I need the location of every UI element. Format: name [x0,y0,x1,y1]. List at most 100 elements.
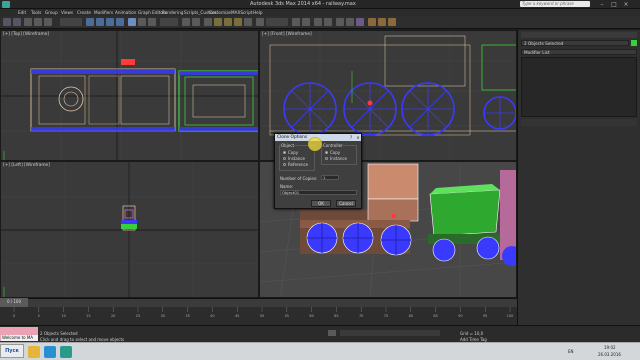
copy-radio[interactable] [283,151,286,154]
clock-time[interactable]: 19:02 [604,345,616,350]
language-indicator[interactable]: EN [568,349,574,354]
menu-maxscript[interactable]: MAXScript [231,10,253,15]
timeline-tick-label: 70 [359,314,363,318]
material-editor-icon[interactable] [356,18,364,26]
browser-icon[interactable] [44,346,56,358]
maximize-icon[interactable]: □ [609,1,619,8]
3dsmax-taskbar-icon[interactable] [60,346,72,358]
status-bar: 2 Objects Selected Click and drag to sel… [0,325,640,342]
menu-group[interactable]: Group [45,10,58,15]
selection-status: 2 Objects Selected [40,331,78,336]
timeline-tick-label: 15 [86,314,90,318]
ok-button[interactable]: OK [311,200,331,207]
windows-taskbar: EN 19:02 26.03.2016 [0,342,640,360]
number-of-copies-input[interactable]: 1 [321,175,339,180]
dialog-close-button[interactable]: × [355,135,361,140]
unlink-icon[interactable] [34,18,42,26]
instance-radio[interactable] [283,157,286,160]
redo-icon[interactable] [13,18,21,26]
select-object-icon[interactable] [86,18,94,26]
controller-instance-radio[interactable] [325,157,328,160]
named-selection-icon[interactable] [256,18,264,26]
percent-snap-icon[interactable] [234,18,242,26]
curve-editor-icon[interactable] [336,18,344,26]
render-production-icon[interactable] [388,18,396,26]
timeline-tick-label: 50 [260,314,264,318]
close-icon[interactable]: × [621,1,631,8]
minimize-icon[interactable]: – [597,1,607,8]
align-icon[interactable] [302,18,310,26]
title-bar: Autodesk 3ds Max 2014 x64 - railway.max … [0,0,640,9]
window-crossing-icon[interactable] [116,18,124,26]
render-setup-icon[interactable] [368,18,376,26]
start-button[interactable]: Пуск [0,344,24,358]
move-icon[interactable] [128,18,136,26]
reference-radio[interactable] [283,163,286,166]
dialog-help-button[interactable]: ? [348,135,354,140]
coordinate-fields[interactable] [340,330,440,336]
selection-filter-dropdown[interactable] [60,18,82,26]
controller-copy-radio[interactable] [325,151,328,154]
viewport-label-left[interactable]: [+] [Left] [Wireframe] [3,163,50,168]
mirror-icon[interactable] [292,18,300,26]
search-input[interactable]: Type a keyword or phrase [520,1,590,7]
clock-date[interactable]: 26.03.2016 [598,352,621,357]
time-slider[interactable]: 0 / 100 [0,298,28,307]
timeline-tick-label: 100 [507,314,514,318]
selection-region-icon[interactable] [106,18,114,26]
layer-manager-icon[interactable] [314,18,322,26]
viewport-label-front[interactable]: [+] [Front] [Wireframe] [262,32,312,37]
menu-views[interactable]: Views [61,10,73,15]
object-color-swatch[interactable] [631,40,637,46]
timeline-tick-label: 25 [136,314,140,318]
clone-name-input[interactable]: Object01 [280,190,357,195]
stack-buttons[interactable] [521,119,637,126]
modifier-list-dropdown[interactable]: Modifier List [521,49,637,55]
controller-group [321,145,357,165]
viewport-top[interactable]: [+] [Top] [Wireframe] [0,30,259,161]
manipulate-icon[interactable] [192,18,200,26]
explorer-icon[interactable] [28,346,40,358]
command-panel-tabs[interactable] [521,32,637,38]
maxscript-mini-input[interactable]: Welcome to MA [1,335,38,341]
scale-icon[interactable] [148,18,156,26]
keyboard-shortcut-icon[interactable] [204,18,212,26]
menu-animation[interactable]: Animation [115,10,136,15]
modifier-stack[interactable] [521,57,637,117]
graphite-ribbon-icon[interactable] [324,18,332,26]
mouse-cursor-highlight [308,137,322,151]
named-selection-dropdown[interactable] [266,18,288,26]
angle-snap-icon[interactable] [224,18,232,26]
viewport-label-top[interactable]: [+] [Top] [Wireframe] [3,32,49,37]
snaps-toggle-icon[interactable] [214,18,222,26]
menu-customize[interactable]: Customize [209,10,231,15]
trackbar[interactable]: 0 5 10 15 20 25 30 35 40 45 50 55 60 65 70 75 80 85 90 95 10… [0,307,517,325]
select-by-name-icon[interactable] [96,18,104,26]
reference-coordinate-dropdown[interactable] [160,18,178,26]
schematic-view-icon[interactable] [346,18,354,26]
menu-help[interactable]: Help [253,10,263,15]
menu-create[interactable]: Create [77,10,91,15]
instance-label: Instance [288,156,306,161]
undo-icon[interactable] [3,18,11,26]
rotate-icon[interactable] [138,18,146,26]
selection-name-field[interactable]: 2 Objects Selected [521,40,629,46]
menu-rendering[interactable]: Rendering [162,10,183,15]
rendered-frame-icon[interactable] [378,18,386,26]
pivot-center-icon[interactable] [182,18,190,26]
lock-selection-icon[interactable] [328,330,336,336]
viewport-left[interactable]: [+] [Left] [Wireframe] [0,161,259,298]
spinner-snap-icon[interactable] [244,18,252,26]
time-slider-track[interactable] [0,298,517,307]
app-logo-icon[interactable] [2,1,10,8]
timeline-tick-label: 85 [433,314,437,318]
timeline-tick-label: 40 [210,314,214,318]
menu-tools[interactable]: Tools [31,10,41,15]
cancel-button[interactable]: Cancel [336,200,356,207]
menu-modifiers[interactable]: Modifiers [94,10,113,15]
controller-group-label: Controller [323,143,343,148]
menu-edit[interactable]: Edit [18,10,26,15]
link-icon[interactable] [24,18,32,26]
bind-icon[interactable] [44,18,52,26]
menu-bar: Edit Tools Group Views Create Modifiers … [0,9,640,16]
